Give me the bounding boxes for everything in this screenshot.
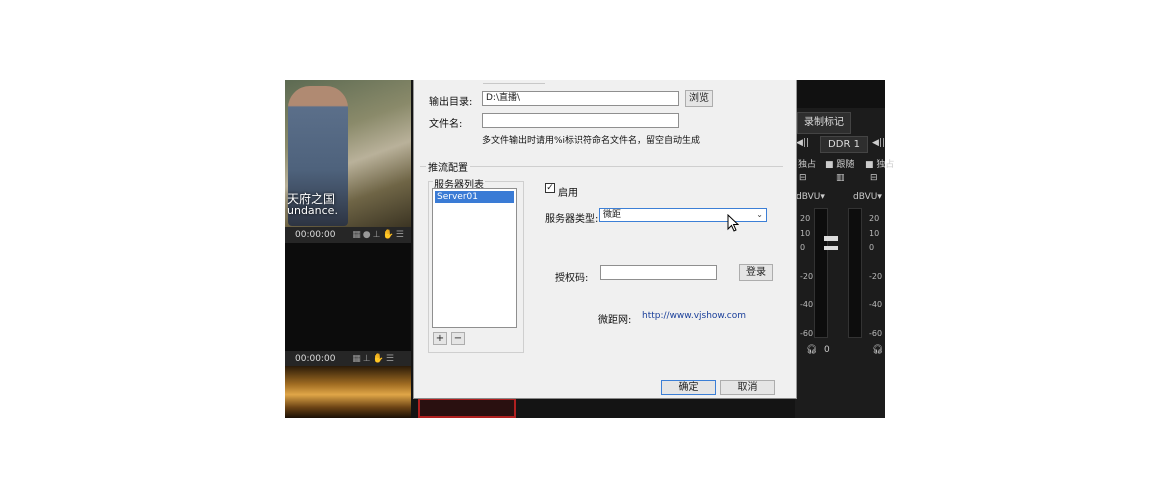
scale-right-tick: 10 <box>869 228 880 238</box>
scale-right-tick: 20 <box>869 214 880 223</box>
gain-value: 0 <box>824 345 830 355</box>
scale-right-tick: -60 <box>869 328 883 338</box>
scale-right-tick: 0 <box>869 243 875 253</box>
filename-input[interactable] <box>482 113 679 128</box>
server-type-select[interactable]: 微距 ⌄ <box>599 208 767 222</box>
mixer-small-button-2[interactable]: ▥ <box>836 173 845 183</box>
scale-left-tick: -40 <box>800 300 814 310</box>
output-dir-label: 输出目录: <box>429 97 473 108</box>
unit-select-right[interactable]: dBVU▾ <box>853 192 882 202</box>
server-type-label: 服务器类型: <box>545 214 599 225</box>
transport-icons-top[interactable]: ▦●⊥✋☰ <box>352 230 405 240</box>
unit-select-left[interactable]: dBVU▾ <box>796 192 825 202</box>
headphone-icon-right[interactable]: 🎧︎ <box>872 345 883 355</box>
solo-toggle-left[interactable]: 独占 <box>798 157 816 170</box>
filename-hint: 多文件输出时请用%i标识符命名文件名，留空自动生成 <box>482 136 701 146</box>
scale-right: 20 10 0 -20 -40 -60 <box>869 212 882 342</box>
video-preview-bottom <box>285 366 411 418</box>
solo-toggle-right[interactable]: ■ 独占 <box>865 157 894 170</box>
auth-code-label: 授权码: <box>555 273 589 284</box>
timecode-top: 00:00:00 <box>295 230 336 240</box>
scale-left-tick: 20 <box>800 214 811 223</box>
add-server-button[interactable]: + <box>433 332 447 345</box>
follow-toggle[interactable]: ■ 跟随 <box>825 157 854 170</box>
solo-label-right: 独占 <box>876 160 895 170</box>
transport-icons-bottom[interactable]: ▦⊥✋☰ <box>352 354 396 364</box>
enable-checkbox[interactable]: ✓ <box>545 183 555 193</box>
server-list-item[interactable]: Server01 <box>435 191 514 203</box>
login-button[interactable]: 登录 <box>739 264 773 281</box>
mixer-top-strip <box>795 80 885 108</box>
chevron-down-icon: ⌄ <box>756 210 763 219</box>
timecode-bottom: 00:00:00 <box>295 354 336 364</box>
remove-server-button[interactable]: − <box>451 332 465 345</box>
ok-button[interactable]: 确定 <box>661 380 716 395</box>
timecode-bar-bottom: 00:00:00 ▦⊥✋☰ <box>285 351 411 367</box>
level-meter-left <box>814 208 828 338</box>
mixer-small-button-3[interactable]: ⊟ <box>870 173 878 183</box>
fader-handle-left[interactable] <box>824 236 838 241</box>
scale-right-tick: -20 <box>869 271 883 281</box>
output-dir-input[interactable]: D:\直播\ <box>482 91 679 106</box>
website-label: 微距网: <box>598 315 632 326</box>
mixer-small-button-1[interactable]: ⊟ <box>799 173 807 183</box>
server-listbox[interactable]: Server01 <box>432 188 517 328</box>
mixer-channel-icon-left[interactable]: ◀|| <box>796 138 809 148</box>
enable-checkbox-label: 启用 <box>558 188 578 199</box>
selected-clip-thumbnail[interactable] <box>418 398 516 418</box>
scale-left-tick: 0 <box>800 243 806 253</box>
level-meter-right <box>848 208 862 338</box>
follow-label: 跟随 <box>836 160 855 170</box>
website-link[interactable]: http://www.vjshow.com <box>642 311 746 321</box>
solo-label-left: 独占 <box>798 160 817 170</box>
dialog-top-tab-remnant <box>483 80 545 84</box>
streaming-section-title: 推流配置 <box>426 159 470 174</box>
video-caption-line2: undance. <box>287 204 338 217</box>
auth-code-input[interactable] <box>600 265 717 280</box>
scale-left-tick: 10 <box>800 228 811 238</box>
browse-button[interactable]: 浏览 <box>685 90 713 107</box>
scale-left-tick: -20 <box>800 271 814 281</box>
filename-label: 文件名: <box>429 119 463 130</box>
scale-right-tick: -40 <box>869 300 883 310</box>
mouse-cursor-icon <box>727 214 739 232</box>
headphone-icon-left[interactable]: 🎧︎ <box>806 345 817 355</box>
ddr-channel-label[interactable]: DDR 1 <box>820 136 868 153</box>
timecode-bar-top: 00:00:00 ▦●⊥✋☰ <box>285 227 411 243</box>
record-marker-button[interactable]: 录制标记 <box>797 112 851 134</box>
video-preview-empty <box>285 243 411 351</box>
cancel-button[interactable]: 取消 <box>720 380 775 395</box>
scale-left-tick: -60 <box>800 328 814 338</box>
server-type-value: 微距 <box>603 210 622 220</box>
scale-left: 20 10 0 -20 -40 -60 <box>800 212 813 342</box>
mixer-channel-icon-right[interactable]: ◀|| <box>872 138 885 148</box>
fader-handle-left-2[interactable] <box>824 246 838 250</box>
